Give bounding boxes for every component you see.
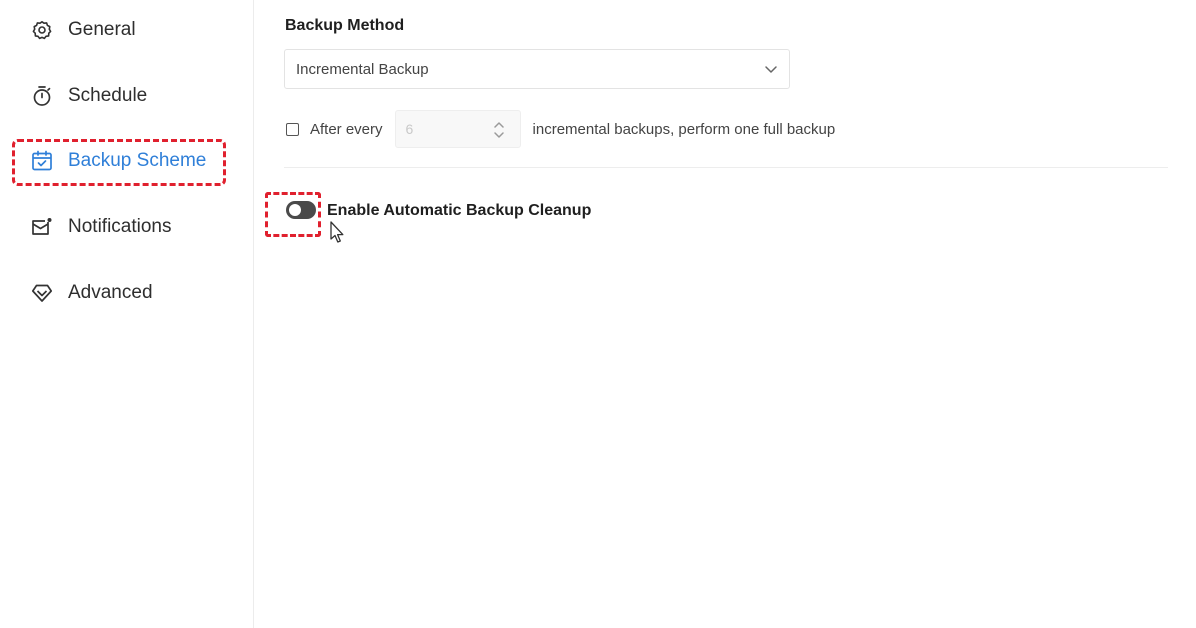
auto-cleanup-label: Enable Automatic Backup Cleanup bbox=[327, 202, 592, 219]
main-panel: Backup Method Incremental Backup After e… bbox=[254, 0, 1196, 628]
incremental-count-stepper[interactable]: 6 bbox=[394, 110, 521, 148]
sidebar-item-notifications[interactable]: Notifications bbox=[30, 212, 172, 242]
gear-icon bbox=[30, 18, 54, 42]
full-backup-prefix: After every bbox=[310, 120, 383, 138]
sidebar-item-schedule[interactable]: Schedule bbox=[30, 81, 147, 111]
sidebar-item-label: General bbox=[68, 19, 136, 40]
sidebar-item-label: Backup Scheme bbox=[68, 150, 207, 171]
mail-icon bbox=[30, 215, 54, 239]
section-divider bbox=[284, 167, 1168, 168]
sidebar: General Schedule Backup Scheme Notificat… bbox=[0, 0, 254, 628]
backup-method-title: Backup Method bbox=[285, 17, 405, 34]
sidebar-item-label: Advanced bbox=[68, 282, 153, 303]
calendar-icon bbox=[30, 149, 54, 173]
stopwatch-icon bbox=[30, 84, 54, 108]
sidebar-item-label: Notifications bbox=[68, 216, 172, 237]
full-backup-suffix: incremental backups, perform one full ba… bbox=[532, 120, 836, 138]
toggle-knob bbox=[289, 204, 301, 216]
sidebar-item-label: Schedule bbox=[68, 85, 148, 106]
chevron-down-icon bbox=[763, 61, 779, 77]
backup-method-select[interactable]: Incremental Backup bbox=[284, 49, 790, 89]
backup-method-value: Incremental Backup bbox=[296, 60, 429, 78]
settings-window: General Schedule Backup Scheme Notificat… bbox=[0, 0, 1196, 628]
sidebar-item-general[interactable]: General bbox=[30, 15, 136, 45]
auto-cleanup-toggle[interactable] bbox=[286, 201, 316, 219]
incremental-count-value: 6 bbox=[405, 121, 414, 137]
full-backup-checkbox[interactable] bbox=[286, 122, 299, 136]
full-backup-rule: After every 6 incremental backups, perfo… bbox=[286, 110, 835, 148]
stepper-arrows-icon[interactable] bbox=[492, 118, 506, 142]
diamond-icon bbox=[30, 281, 54, 305]
sidebar-item-advanced[interactable]: Advanced bbox=[30, 278, 153, 308]
sidebar-item-backup-scheme[interactable]: Backup Scheme bbox=[30, 146, 206, 176]
